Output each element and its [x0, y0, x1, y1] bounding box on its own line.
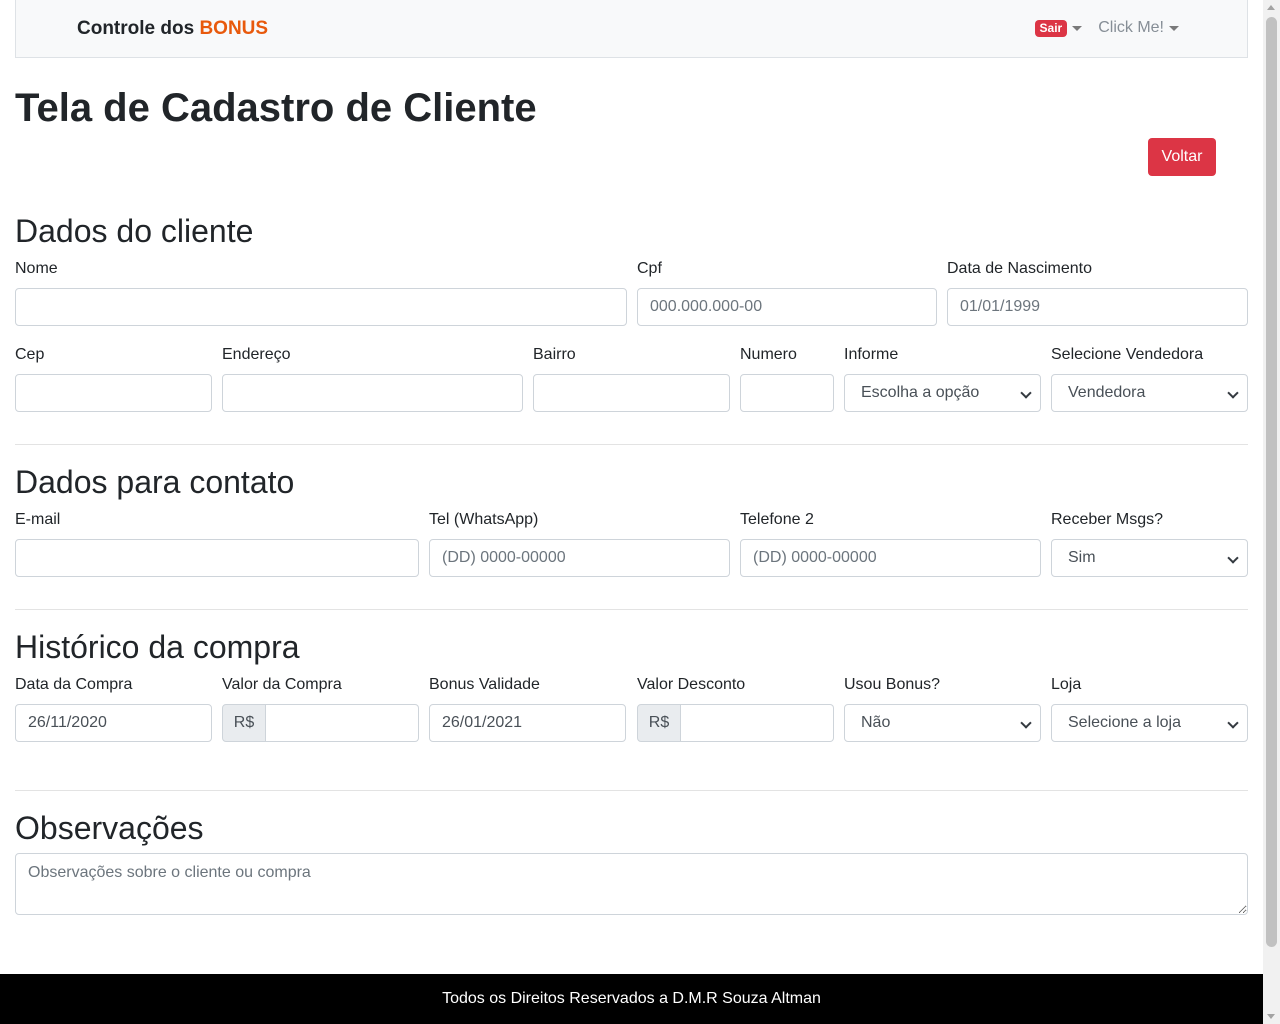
- bairro-input[interactable]: [533, 374, 730, 412]
- chevron-down-icon: [1227, 552, 1239, 564]
- receber-msgs-select[interactable]: Sim: [1051, 539, 1248, 577]
- brand-prefix: Controle dos: [77, 18, 195, 39]
- section-title-client: Dados do cliente: [15, 213, 254, 249]
- footer: Todos os Direitos Reservados a D.M.R Sou…: [0, 974, 1263, 1024]
- telefone2-input[interactable]: [740, 539, 1041, 577]
- divider: [15, 790, 1248, 791]
- usou-bonus-value: Não: [861, 714, 891, 731]
- numero-input[interactable]: [740, 374, 834, 412]
- navbar: Controle dos BONUS Sair Click Me!: [15, 0, 1248, 58]
- informe-select[interactable]: Escolha a opção: [844, 374, 1041, 412]
- endereco-label: Endereço: [222, 346, 291, 363]
- caret-down-icon: [1072, 25, 1083, 31]
- nascimento-label: Data de Nascimento: [947, 260, 1092, 277]
- click-me-label: Click Me!: [1098, 19, 1164, 36]
- loja-select[interactable]: Selecione a loja: [1051, 704, 1248, 742]
- cpf-label: Cpf: [637, 260, 662, 277]
- scroll-up-arrow-icon[interactable]: [1267, 5, 1275, 10]
- section-title-contact: Dados para contato: [15, 464, 295, 500]
- whatsapp-label: Tel (WhatsApp): [429, 511, 539, 528]
- vendedora-value: Vendedora: [1068, 384, 1146, 401]
- cep-input[interactable]: [15, 374, 212, 412]
- usou-bonus-select[interactable]: Não: [844, 704, 1041, 742]
- nav-right: Sair Click Me!: [1034, 19, 1179, 37]
- click-me-dropdown[interactable]: Click Me!: [1098, 19, 1179, 37]
- section-title-observations: Observações: [15, 810, 204, 846]
- valor-compra-group: R$: [222, 704, 419, 742]
- nome-input[interactable]: [15, 288, 627, 326]
- usou-bonus-label: Usou Bonus?: [844, 676, 941, 693]
- divider: [15, 444, 1248, 445]
- valor-desconto-input[interactable]: [681, 704, 834, 742]
- scroll-down-arrow-icon[interactable]: [1267, 1014, 1275, 1019]
- brand-accent: BONUS: [199, 18, 269, 39]
- numero-label: Numero: [740, 346, 797, 363]
- valor-compra-label: Valor da Compra: [222, 676, 342, 693]
- bairro-label: Bairro: [533, 346, 576, 363]
- bonus-validade-label: Bonus Validade: [429, 676, 540, 693]
- email-input[interactable]: [15, 539, 419, 577]
- data-compra-input[interactable]: [15, 704, 212, 742]
- vendedora-select[interactable]: Vendedora: [1051, 374, 1248, 412]
- brand[interactable]: Controle dos BONUS: [77, 18, 268, 40]
- loja-value: Selecione a loja: [1068, 714, 1181, 731]
- informe-label: Informe: [844, 346, 899, 363]
- receber-msgs-value: Sim: [1068, 549, 1096, 566]
- nome-label: Nome: [15, 260, 58, 277]
- caret-down-icon: [1169, 25, 1179, 31]
- telefone2-label: Telefone 2: [740, 511, 814, 528]
- data-compra-label: Data da Compra: [15, 676, 133, 693]
- currency-prefix: R$: [222, 704, 266, 742]
- chevron-down-icon: [1227, 387, 1239, 399]
- loja-label: Loja: [1051, 676, 1082, 693]
- valor-desconto-group: R$: [637, 704, 834, 742]
- chevron-down-icon: [1020, 387, 1032, 399]
- valor-compra-input[interactable]: [266, 704, 419, 742]
- receber-msgs-label: Receber Msgs?: [1051, 511, 1164, 528]
- vendedora-label: Selecione Vendedora: [1051, 346, 1204, 363]
- back-button[interactable]: Voltar: [1148, 138, 1216, 176]
- cpf-input[interactable]: [637, 288, 937, 326]
- scrollbar-thumb[interactable]: [1266, 17, 1277, 947]
- informe-value: Escolha a opção: [861, 384, 980, 401]
- endereco-input[interactable]: [222, 374, 523, 412]
- nascimento-input[interactable]: [947, 288, 1248, 326]
- divider: [15, 609, 1248, 610]
- whatsapp-input[interactable]: [429, 539, 730, 577]
- email-label: E-mail: [15, 511, 61, 528]
- bonus-validade-input[interactable]: [429, 704, 626, 742]
- logout-badge: Sair: [1034, 19, 1068, 37]
- chevron-down-icon: [1227, 717, 1239, 729]
- valor-desconto-label: Valor Desconto: [637, 676, 746, 693]
- page-title: Tela de Cadastro de Cliente: [15, 86, 537, 130]
- logout-dropdown[interactable]: Sair: [1034, 19, 1083, 37]
- footer-text: Todos os Direitos Reservados a D.M.R Sou…: [442, 990, 821, 1007]
- cep-label: Cep: [15, 346, 45, 363]
- scrollbar[interactable]: [1263, 0, 1280, 1024]
- chevron-down-icon: [1020, 717, 1032, 729]
- currency-prefix: R$: [637, 704, 681, 742]
- observations-textarea[interactable]: [15, 853, 1248, 915]
- section-title-purchase: Histórico da compra: [15, 629, 300, 665]
